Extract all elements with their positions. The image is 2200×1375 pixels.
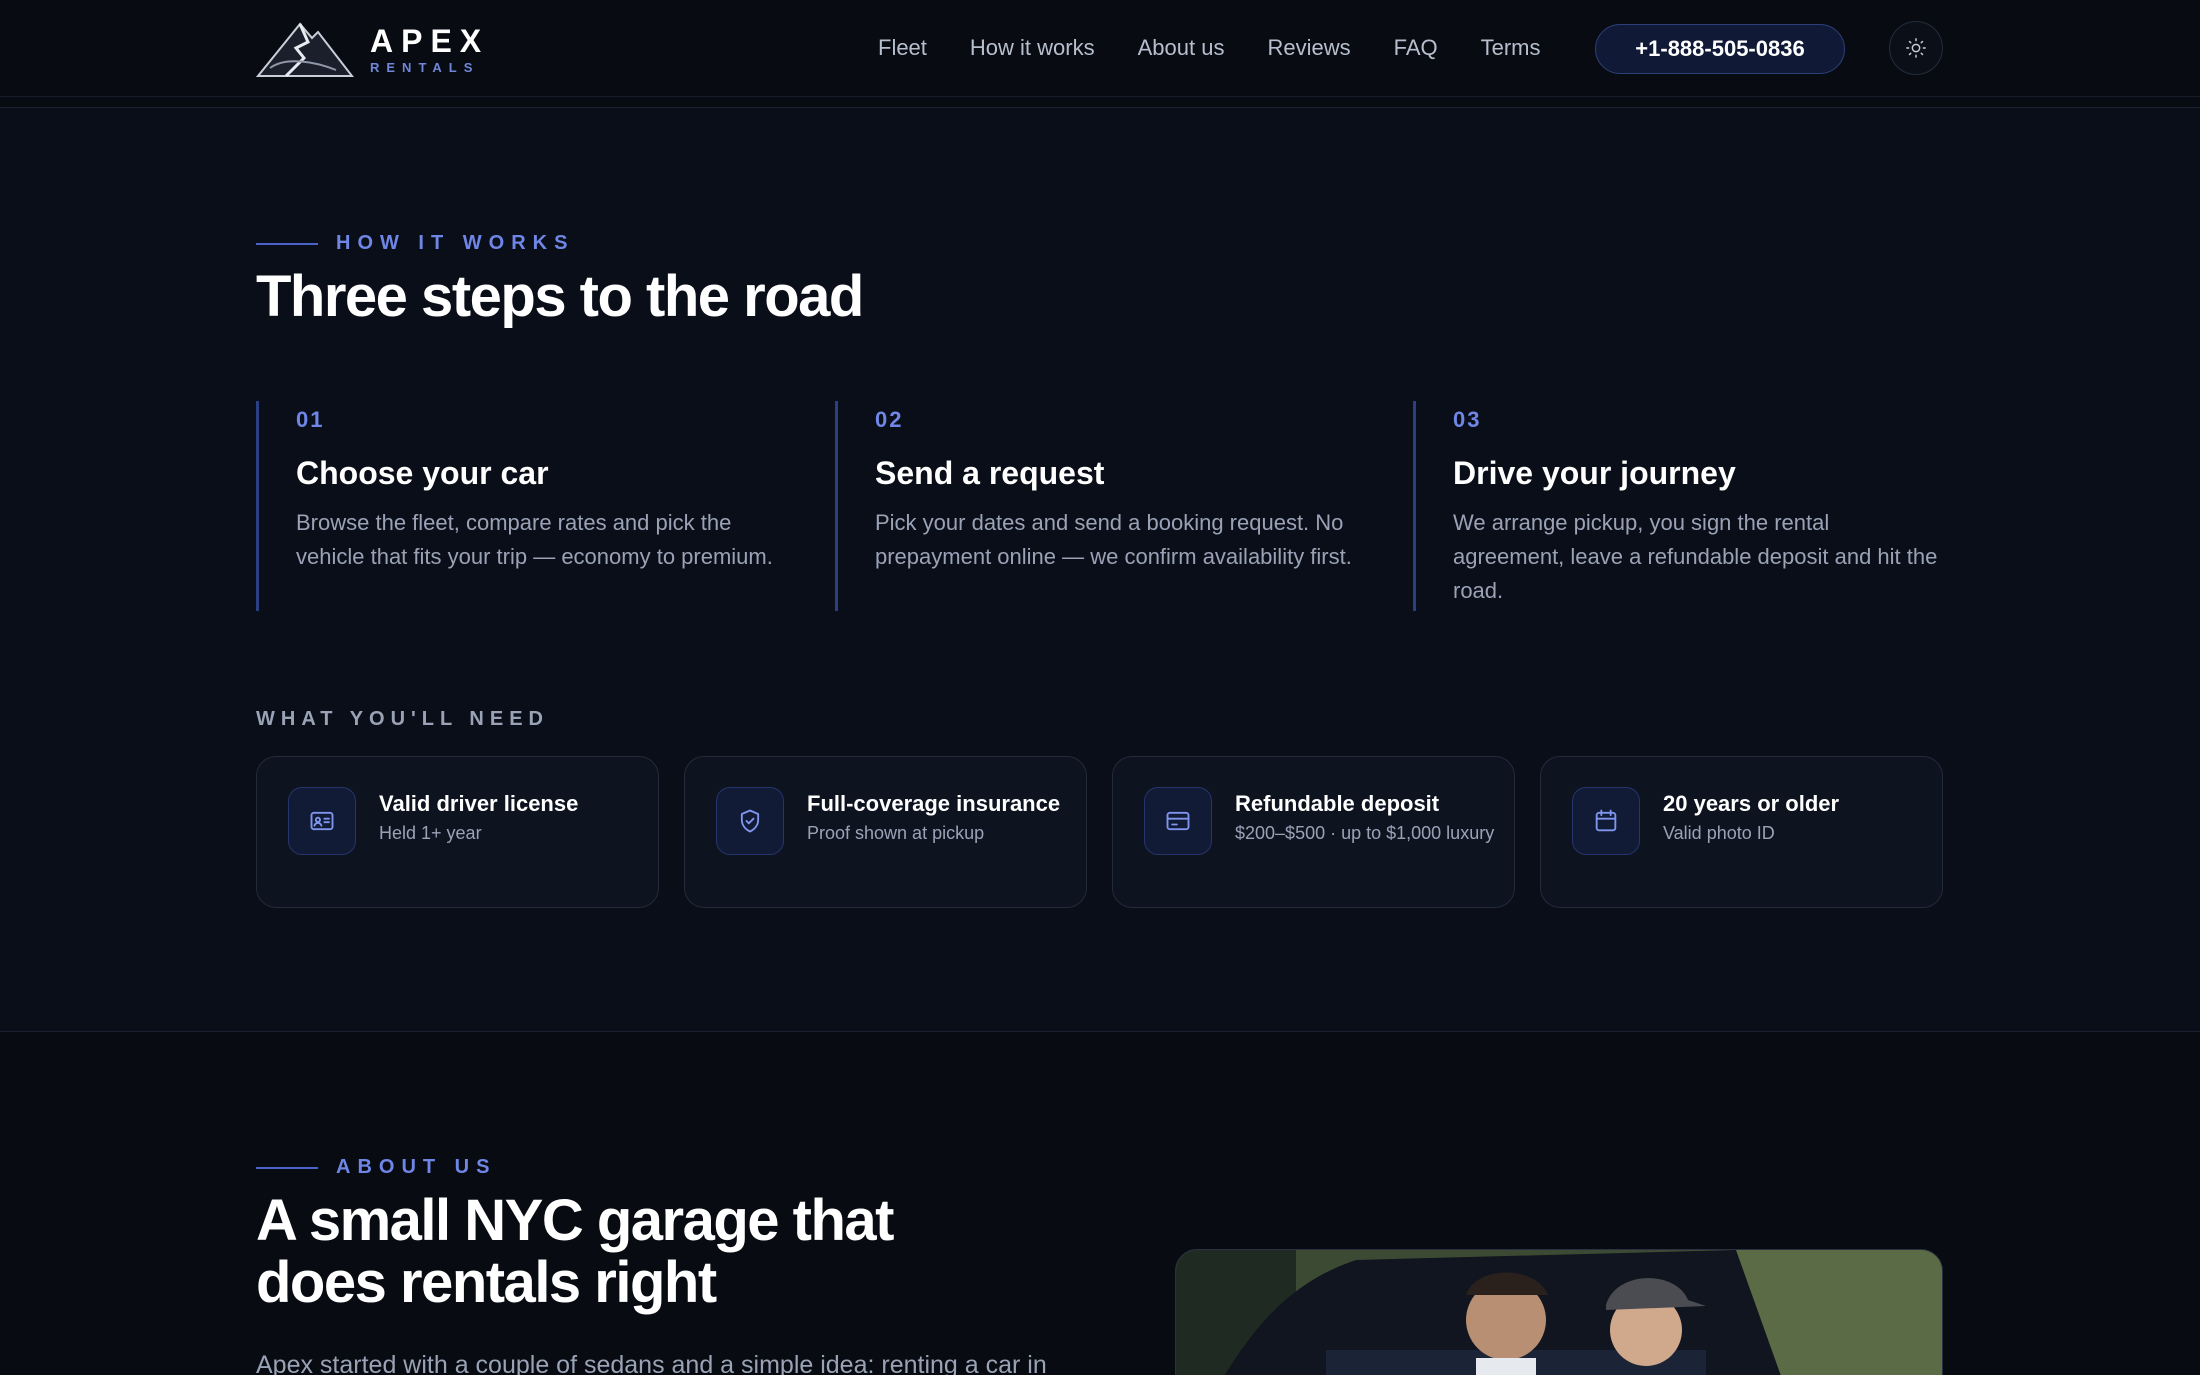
step-description: Pick your dates and send a booking reque… bbox=[875, 510, 1352, 569]
requirements-label: WHAT YOU'LL NEED bbox=[256, 708, 549, 730]
step-description: Browse the fleet, compare rates and pick… bbox=[296, 510, 773, 569]
about-section: ABOUT US A small NYC garage that does re… bbox=[0, 1033, 2200, 1375]
requirement-subtitle: Held 1+ year bbox=[379, 823, 482, 843]
step-card: 02 Send a request Pick your dates and se… bbox=[835, 401, 1375, 611]
about-eyebrow-label: ABOUT US bbox=[336, 1156, 497, 1178]
eyebrow-line bbox=[256, 242, 318, 245]
id-card-icon bbox=[310, 811, 334, 831]
about-photo bbox=[1175, 1249, 1943, 1375]
nav-link-faq[interactable]: FAQ bbox=[1394, 33, 1438, 63]
brand-tagline: RENTALS bbox=[370, 59, 480, 75]
requirement-card: Full-coverage insurance Proof shown at p… bbox=[684, 756, 1087, 908]
step-card: 01 Choose your car Browse the fleet, com… bbox=[256, 401, 796, 611]
about-title-line: does rentals right bbox=[256, 1250, 717, 1315]
step-number: 03 bbox=[1453, 407, 1482, 432]
brand-name: APEX bbox=[370, 22, 490, 59]
requirement-title: Valid driver license bbox=[379, 791, 579, 816]
requirement-subtitle: Proof shown at pickup bbox=[807, 823, 985, 843]
nav-link-how-it-works[interactable]: How it works bbox=[970, 33, 1095, 63]
step-title: Send a request bbox=[875, 455, 1105, 491]
header-divider bbox=[0, 96, 2200, 97]
sun-icon bbox=[1906, 38, 1926, 58]
requirement-subtitle: $200–$500 · up to $1,000 luxury bbox=[1235, 823, 1495, 843]
requirement-subtitle: Valid photo ID bbox=[1663, 823, 1775, 843]
nav-link-terms[interactable]: Terms bbox=[1481, 33, 1541, 63]
mountain-logo-icon bbox=[256, 22, 354, 78]
main-nav: Fleet How it works About us Reviews FAQ … bbox=[878, 33, 1541, 63]
requirement-card: Refundable deposit $200–$500 · up to $1,… bbox=[1112, 756, 1515, 908]
step-title: Choose your car bbox=[296, 455, 549, 491]
requirement-title: 20 years or older bbox=[1663, 791, 1840, 816]
shield-check-icon bbox=[740, 809, 760, 833]
requirement-card: 20 years or older Valid photo ID bbox=[1540, 756, 1943, 908]
step-card: 03 Drive your journey We arrange pickup,… bbox=[1413, 401, 1953, 611]
about-eyebrow: ABOUT US bbox=[256, 1156, 496, 1179]
requirement-title: Full-coverage insurance bbox=[807, 791, 1061, 816]
people-in-car-photo bbox=[1176, 1250, 1942, 1375]
eyebrow-line bbox=[256, 1166, 318, 1169]
nav-link-reviews[interactable]: Reviews bbox=[1267, 33, 1350, 63]
step-title: Drive your journey bbox=[1453, 455, 1736, 491]
how-it-works-section: HOW IT WORKS Three steps to the road 01 … bbox=[0, 108, 2200, 1032]
site-header: APEX RENTALS Fleet How it works About us… bbox=[0, 0, 2200, 108]
step-number: 02 bbox=[875, 407, 904, 432]
brand-logo[interactable]: APEX RENTALS bbox=[256, 18, 489, 80]
how-title: Three steps to the road bbox=[256, 264, 864, 329]
step-number: 01 bbox=[296, 407, 325, 432]
calendar-icon bbox=[1595, 809, 1617, 832]
about-intro: Apex started with a couple of sedans and… bbox=[256, 1351, 1047, 1375]
credit-card-icon bbox=[1166, 811, 1190, 831]
about-title-line: A small NYC garage that bbox=[256, 1188, 894, 1253]
requirement-title: Refundable deposit bbox=[1235, 791, 1440, 816]
step-description: We arrange pickup, you sign the rental a… bbox=[1453, 510, 1938, 603]
nav-link-fleet[interactable]: Fleet bbox=[878, 33, 927, 63]
how-eyebrow-label: HOW IT WORKS bbox=[336, 232, 575, 254]
nav-link-about-us[interactable]: About us bbox=[1138, 33, 1225, 63]
about-title: A small NYC garage that does rentals rig… bbox=[256, 1188, 894, 1315]
theme-toggle-button[interactable] bbox=[1889, 21, 1943, 75]
phone-button[interactable]: +1-888-505-0836 bbox=[1595, 24, 1845, 74]
requirement-card: Valid driver license Held 1+ year bbox=[256, 756, 659, 908]
how-eyebrow: HOW IT WORKS bbox=[256, 232, 574, 255]
